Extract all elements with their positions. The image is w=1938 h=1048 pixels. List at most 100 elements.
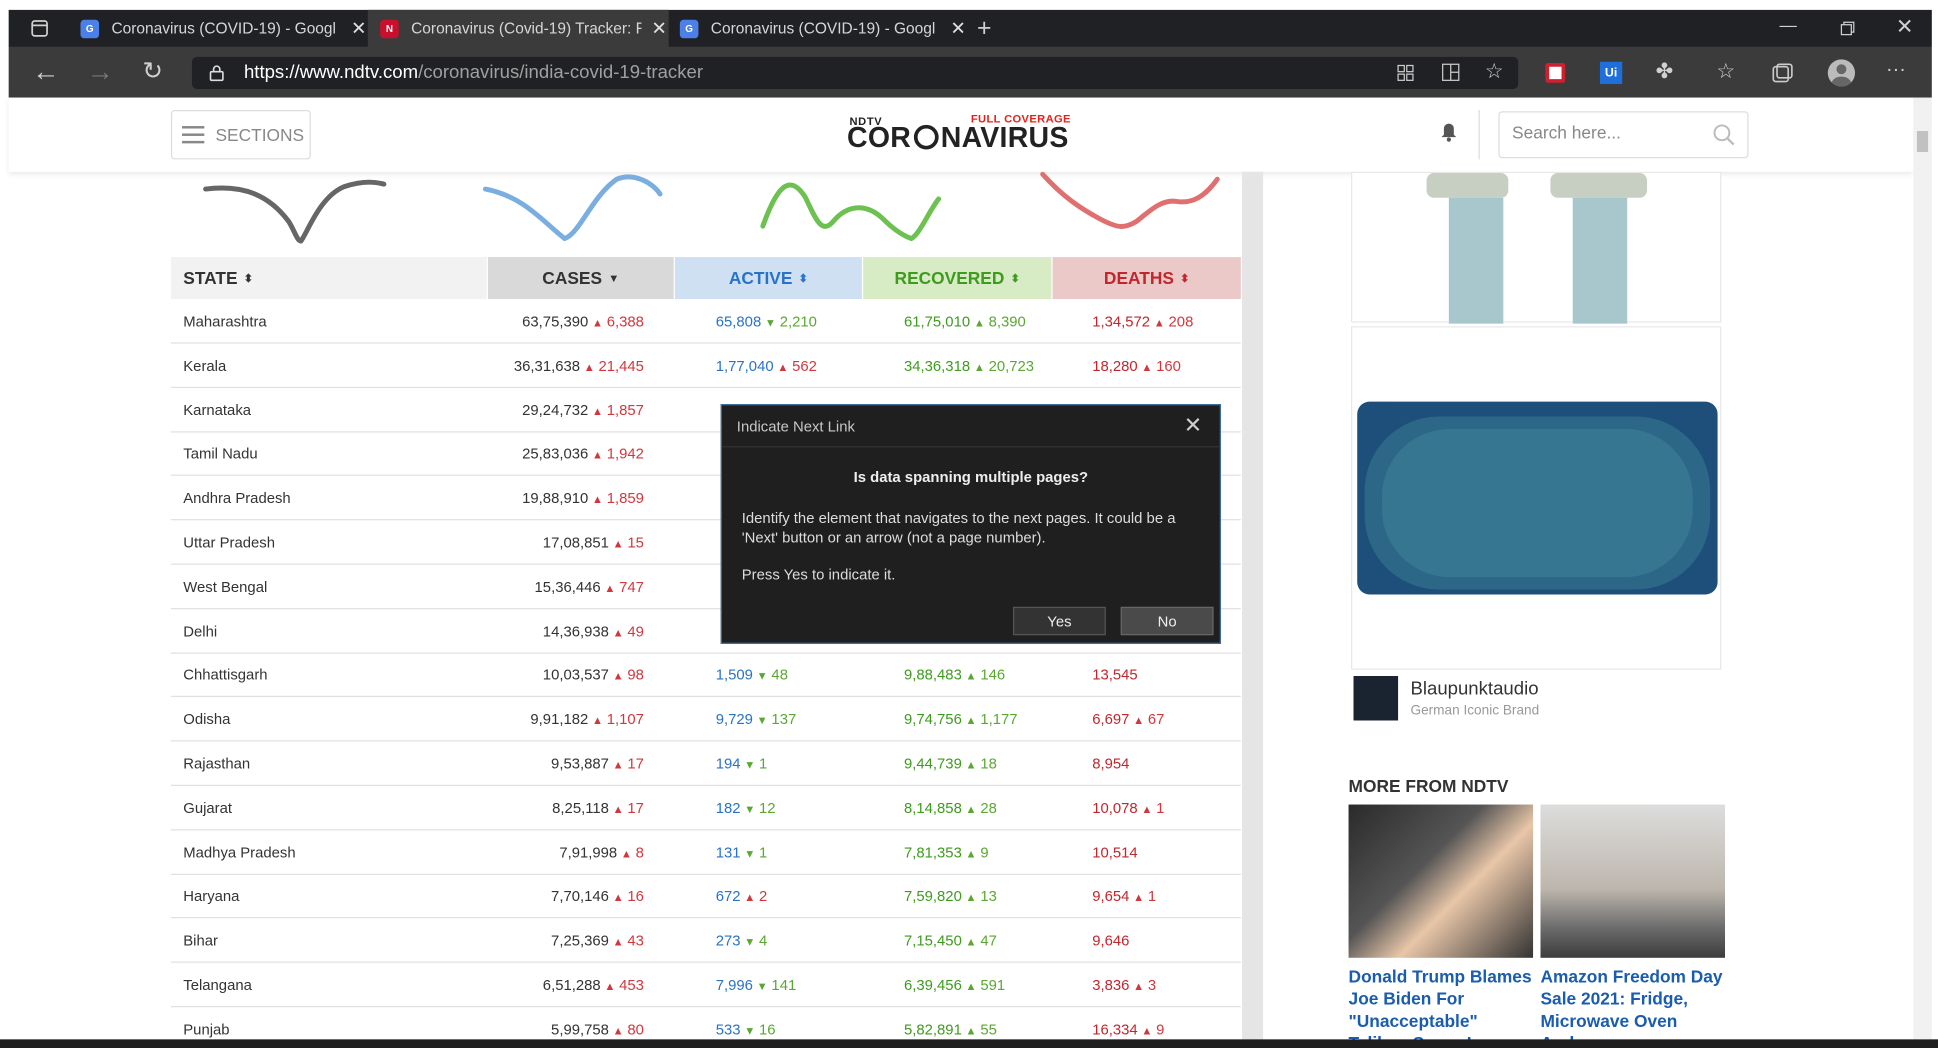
down-arrow-icon: ▼ <box>744 935 756 949</box>
state-name: Gujarat <box>183 799 233 817</box>
cases-delta: 49 <box>627 622 644 640</box>
table-row[interactable]: Madhya Pradesh 7,91,998 ▲ 8 131 ▼ 1 7,81,353 ▲ 9 1… <box>170 830 1241 875</box>
table-row[interactable]: Maharashtra 63,75,390 ▲ 6,388 65,808 ▼ 2,210 61… <box>170 299 1241 344</box>
ndtv-coronavirus-logo[interactable]: NDTV FULL COVERAGE COR NAVIRUS <box>847 111 1075 155</box>
cases-cell: 25,83,036 ▲ 1,942 <box>522 445 644 462</box>
forward-icon[interactable]: → <box>87 57 114 85</box>
search-input[interactable] <box>1512 122 1698 143</box>
cases-value: 15,36,446 <box>534 578 601 596</box>
up-arrow-icon: ▲ <box>1133 891 1145 904</box>
news-image-microwave[interactable] <box>1540 804 1726 958</box>
recovered-value: 7,59,820 <box>903 887 962 906</box>
deaths-value: 1,34,572 <box>1092 312 1151 330</box>
table-row[interactable]: Odisha 9,91,182 ▲ 1,107 9,729 ▼ 137 9,74,756 ▲ 1,… <box>170 697 1241 742</box>
close-tab-icon[interactable]: ✕ <box>651 17 667 40</box>
news-image-trump[interactable] <box>1348 804 1534 958</box>
up-arrow-icon: ▲ <box>973 360 985 373</box>
dialog-divider <box>721 446 1220 448</box>
active-delta: 141 <box>771 976 797 994</box>
table-row[interactable]: Telangana 6,51,288 ▲ 453 7,996 ▼ 141 6,39,456 ▲ 5… <box>170 963 1241 1008</box>
close-icon[interactable]: ✕ <box>1184 413 1203 439</box>
restore-icon[interactable] <box>1840 21 1855 36</box>
google-news-icon: G <box>679 19 699 38</box>
header-cases[interactable]: CASES ▼ <box>487 257 674 300</box>
table-row[interactable]: Rajasthan 9,53,887 ▲ 17 194 ▼ 1 9,44,739 ▲ 18 8,95… <box>170 742 1241 787</box>
browser-tab-3[interactable]: G Coronavirus (COVID-19) - Googl ✕ <box>667 10 966 47</box>
up-arrow-icon: ▲ <box>965 935 977 949</box>
table-row[interactable]: Haryana 7,70,146 ▲ 16 672 ▲ 2 7,59,820 ▲ 13 9,654 ▲… <box>170 874 1241 919</box>
cases-delta: 1,857 <box>606 401 644 419</box>
header-active-label: ACTIVE <box>728 268 793 288</box>
browser-tab-1[interactable]: G Coronavirus (COVID-19) - Googl ✕ <box>68 10 367 47</box>
logo-word: COR NAVIRUS <box>847 121 1069 154</box>
header-deaths[interactable]: DEATHS ⬍ <box>1052 257 1241 300</box>
active-value: 9,729 <box>715 710 753 729</box>
header-cases-label: CASES <box>542 268 603 288</box>
close-window-icon[interactable]: ✕ <box>1896 16 1914 37</box>
search-box[interactable] <box>1498 111 1749 159</box>
deaths-value: 6,697 <box>1092 710 1130 729</box>
brand-thumbnail[interactable] <box>1353 676 1399 721</box>
no-button[interactable]: No <box>1120 606 1214 636</box>
ad-brand-name[interactable]: Blaupunktaudio <box>1410 678 1538 699</box>
active-value: 672 <box>715 887 741 906</box>
close-tab-icon[interactable]: ✕ <box>351 17 367 40</box>
back-icon[interactable]: ← <box>32 57 59 85</box>
news-title-2[interactable]: Amazon Freedom Day Sale 2021: Fridge, Mi… <box>1540 965 1726 1048</box>
tab-actions-icon[interactable] <box>31 20 48 37</box>
table-row[interactable]: Chhattisgarh 10,03,537 ▲ 98 1,509 ▼ 48 9,88,483… <box>170 653 1241 698</box>
table-row[interactable]: Bihar 7,25,369 ▲ 43 273 ▼ 4 7,15,450 ▲ 47 9,646 <box>170 918 1241 963</box>
active-delta: 137 <box>771 710 797 729</box>
cases-cell: 5,99,758 ▲ 80 <box>551 1021 644 1038</box>
close-tab-icon[interactable]: ✕ <box>950 17 966 40</box>
cases-sparkline <box>203 179 387 244</box>
uipath-extension-icon[interactable]: Ui <box>1599 61 1623 85</box>
apps-icon[interactable] <box>1397 64 1414 81</box>
dialog-title: Indicate Next Link <box>736 417 855 436</box>
minimize-icon[interactable]: — <box>1779 16 1796 33</box>
sections-button[interactable]: SECTIONS <box>170 109 311 160</box>
table-row[interactable]: Kerala 36,31,638 ▲ 21,445 1,77,040 ▲ 562 34,36,… <box>170 343 1241 388</box>
news-title-1[interactable]: Donald Trump Blames Joe Biden For "Unacc… <box>1349 965 1535 1048</box>
scrollbar-thumb[interactable] <box>1916 131 1929 153</box>
recovered-value: 9,88,483 <box>903 666 962 684</box>
favorite-add-icon[interactable]: ☆ <box>1485 61 1504 82</box>
page-scrollbar[interactable] <box>1913 97 1932 1040</box>
header-active[interactable]: ACTIVE ⬍ <box>674 257 862 300</box>
active-cell: 1,77,040 ▲ 562 <box>716 357 817 374</box>
extension-red-icon[interactable] <box>1545 63 1566 83</box>
up-arrow-icon: ▲ <box>965 803 977 816</box>
new-tab-icon[interactable]: + <box>977 16 991 41</box>
search-icon[interactable] <box>1713 124 1735 146</box>
cases-cell: 7,25,369 ▲ 43 <box>551 932 644 949</box>
ad-product-image-1[interactable] <box>1351 171 1722 324</box>
refresh-icon[interactable]: ↻ <box>142 59 163 84</box>
header-recovered-label: RECOVERED <box>894 268 1005 288</box>
header-state[interactable]: STATE ⬍ <box>170 257 487 300</box>
down-arrow-icon: ▼ <box>744 758 756 772</box>
collections-icon[interactable] <box>1772 63 1793 83</box>
ad-brand-subtitle: German Iconic Brand <box>1410 703 1540 719</box>
more-menu-icon[interactable]: ··· <box>1886 60 1906 81</box>
favorites-icon[interactable]: ☆ <box>1716 61 1735 82</box>
up-arrow-icon: ▲ <box>965 847 977 860</box>
up-arrow-icon: ▲ <box>1133 714 1145 727</box>
reading-view-icon[interactable] <box>1441 63 1460 82</box>
bell-icon[interactable] <box>1440 122 1457 142</box>
cases-cell: 9,91,182 ▲ 1,107 <box>530 711 644 728</box>
lock-icon[interactable] <box>209 64 224 82</box>
browser-tab-2[interactable]: N Coronavirus (Covid-19) Tracker: F ✕ <box>367 9 669 47</box>
recovered-value: 6,39,456 <box>903 976 962 994</box>
header-recovered[interactable]: RECOVERED ⬍ <box>863 257 1052 300</box>
ad-product-image-2[interactable] <box>1351 326 1722 670</box>
extensions-puzzle-icon[interactable]: ✤ <box>1656 61 1674 82</box>
yes-button[interactable]: Yes <box>1012 606 1106 636</box>
state-name: Uttar Pradesh <box>183 533 275 552</box>
cases-cell: 19,88,910 ▲ 1,859 <box>522 490 644 507</box>
url-text[interactable]: https://www.ndtv.com/coronavirus/india-c… <box>244 62 703 83</box>
table-row[interactable]: Gujarat 8,25,118 ▲ 17 182 ▼ 12 8,14,858 ▲ 28 10,07… <box>170 786 1241 831</box>
header-deaths-label: DEATHS <box>1103 268 1174 288</box>
virus-icon <box>913 124 939 150</box>
recovered-cell: 8,14,858 ▲ 28 <box>904 799 997 816</box>
profile-avatar[interactable] <box>1827 59 1856 87</box>
